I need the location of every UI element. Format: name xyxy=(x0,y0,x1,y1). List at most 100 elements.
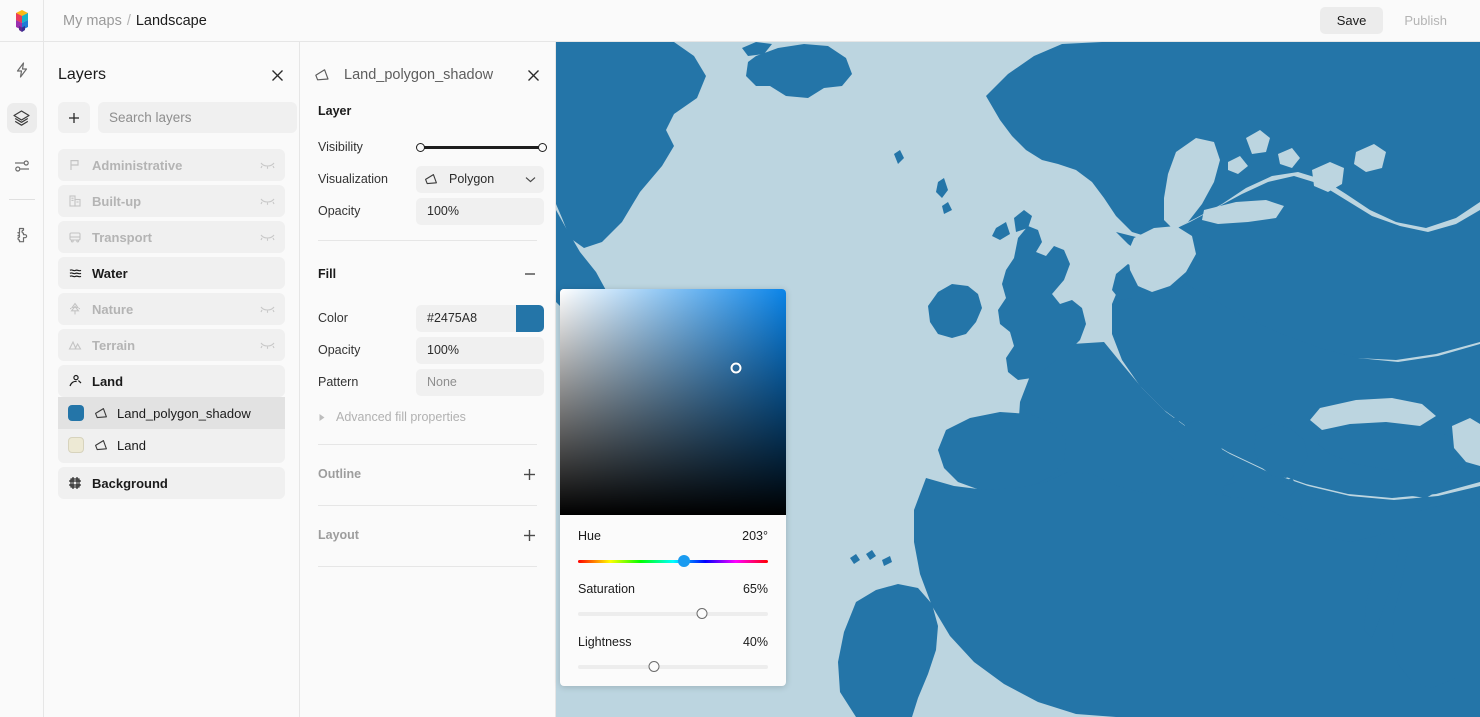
fill-color-hex-input[interactable] xyxy=(416,305,516,332)
layers-icon xyxy=(12,109,31,128)
minus-icon[interactable] xyxy=(523,267,537,281)
sv-selector-knob[interactable] xyxy=(731,363,742,374)
section-divider xyxy=(318,505,537,506)
save-button[interactable]: Save xyxy=(1320,7,1384,34)
add-layer-button[interactable] xyxy=(58,102,90,133)
fill-pattern-label: Pattern xyxy=(318,375,416,389)
rail-divider xyxy=(9,199,35,200)
saturation-track xyxy=(578,612,768,616)
layer-group-label: Background xyxy=(92,476,168,491)
fill-pattern-field: Pattern xyxy=(300,367,555,397)
land-children: Land_polygon_shadow Land xyxy=(58,397,285,463)
chevron-down-icon xyxy=(525,176,536,183)
properties-panel-title: Land_polygon_shadow xyxy=(344,67,493,83)
plus-icon[interactable] xyxy=(522,528,537,543)
fill-color-swatch-button[interactable] xyxy=(516,305,544,332)
saturation-slider-handle[interactable] xyxy=(696,608,707,619)
plus-icon[interactable] xyxy=(522,467,537,482)
visualization-field: Visualization Polygon xyxy=(300,164,555,194)
layer-color-swatch[interactable] xyxy=(68,405,84,421)
polygon-icon xyxy=(94,407,108,420)
eye-closed-icon[interactable] xyxy=(260,232,275,242)
app-logo-button[interactable] xyxy=(0,0,44,41)
eye-closed-icon[interactable] xyxy=(260,160,275,170)
layout-section-title: Layout xyxy=(318,528,359,542)
saturation-value-area[interactable] xyxy=(560,289,786,515)
rail-item-layers[interactable] xyxy=(7,103,37,133)
color-picker-sliders: Hue 203° Saturation 65% Lightness 40% xyxy=(560,515,786,674)
fill-pattern-input[interactable] xyxy=(416,369,544,396)
hue-value: 203° xyxy=(742,529,768,543)
slider-handle-min[interactable] xyxy=(416,143,425,152)
properties-panel-close-button[interactable] xyxy=(526,68,541,83)
rail-item-lightning[interactable] xyxy=(7,55,37,85)
layer-item-label: Land_polygon_shadow xyxy=(117,406,251,421)
eye-closed-icon[interactable] xyxy=(260,196,275,206)
layer-group-background[interactable]: Background xyxy=(58,467,285,499)
building-icon xyxy=(68,194,88,208)
hue-slider[interactable] xyxy=(578,554,768,568)
breadcrumb-root[interactable]: My maps xyxy=(63,13,122,29)
flag-icon xyxy=(68,158,88,172)
layer-group-nature[interactable]: Nature xyxy=(58,293,285,325)
polygon-icon xyxy=(424,173,438,186)
water-icon xyxy=(68,266,88,280)
hue-label: Hue xyxy=(578,529,601,543)
layer-color-swatch[interactable] xyxy=(68,437,84,453)
layer-group-label: Nature xyxy=(92,302,133,317)
puzzle-piece-icon xyxy=(12,226,31,245)
section-divider xyxy=(318,566,537,567)
layer-group-water[interactable]: Water xyxy=(58,257,285,289)
layer-group-label: Terrain xyxy=(92,338,135,353)
section-divider xyxy=(318,240,537,241)
layers-panel-close-button[interactable] xyxy=(270,68,285,83)
topbar-actions: Save Publish xyxy=(1320,7,1480,34)
visibility-zoom-range-slider[interactable] xyxy=(416,141,547,153)
layer-group-label: Water xyxy=(92,266,128,281)
page-title: Layers xyxy=(58,66,106,84)
layer-group-built-up[interactable]: Built-up xyxy=(58,185,285,217)
layer-group-terrain[interactable]: Terrain xyxy=(58,329,285,361)
hue-slider-handle[interactable] xyxy=(678,555,690,567)
land-icon xyxy=(68,374,88,388)
layer-group-land[interactable]: Land xyxy=(58,365,285,397)
layers-search-row xyxy=(44,102,299,133)
outline-section-header[interactable]: Outline xyxy=(300,457,555,491)
lightness-slider[interactable] xyxy=(578,660,768,674)
layer-group-label: Built-up xyxy=(92,194,141,209)
layer-group-transport[interactable]: Transport xyxy=(58,221,285,253)
layer-item-land[interactable]: Land xyxy=(58,429,285,461)
breadcrumb-separator: / xyxy=(127,13,131,29)
lightness-label: Lightness xyxy=(578,635,632,649)
visualization-select[interactable]: Polygon xyxy=(416,166,544,193)
breadcrumb-current[interactable]: Landscape xyxy=(136,13,207,29)
rail-item-sliders[interactable] xyxy=(7,151,37,181)
map-editor-app: My maps / Landscape Save Publish xyxy=(0,0,1480,717)
layer-group-label: Land xyxy=(92,374,123,389)
layer-opacity-input[interactable] xyxy=(416,198,544,225)
fill-opacity-input[interactable] xyxy=(416,337,544,364)
section-divider xyxy=(318,444,537,445)
fill-color-field: Color xyxy=(300,303,555,333)
layer-list: Administrative Built-up Transport xyxy=(44,149,299,499)
rail-item-plugins[interactable] xyxy=(7,220,37,250)
publish-button[interactable]: Publish xyxy=(1387,7,1464,34)
visualization-value: Polygon xyxy=(449,172,494,186)
layer-item-land-polygon-shadow[interactable]: Land_polygon_shadow xyxy=(58,397,285,429)
properties-panel: Land_polygon_shadow Layer Visibility Vis… xyxy=(300,42,556,717)
lightness-slider-handle[interactable] xyxy=(649,661,660,672)
slider-handle-max[interactable] xyxy=(538,143,547,152)
eye-closed-icon[interactable] xyxy=(260,304,275,314)
saturation-slider[interactable] xyxy=(578,607,768,621)
polygon-icon xyxy=(94,439,108,452)
fill-section-title: Fill xyxy=(318,267,336,281)
advanced-fill-properties-toggle[interactable]: Advanced fill properties xyxy=(300,404,555,430)
layer-section-title: Layer xyxy=(300,104,555,118)
fill-section-header[interactable]: Fill xyxy=(300,257,555,291)
layer-group-administrative[interactable]: Administrative xyxy=(58,149,285,181)
visibility-field: Visibility xyxy=(300,132,555,162)
eye-closed-icon[interactable] xyxy=(260,340,275,350)
search-input[interactable] xyxy=(98,102,297,133)
layout-section-header[interactable]: Layout xyxy=(300,518,555,552)
frame-icon xyxy=(68,476,88,490)
